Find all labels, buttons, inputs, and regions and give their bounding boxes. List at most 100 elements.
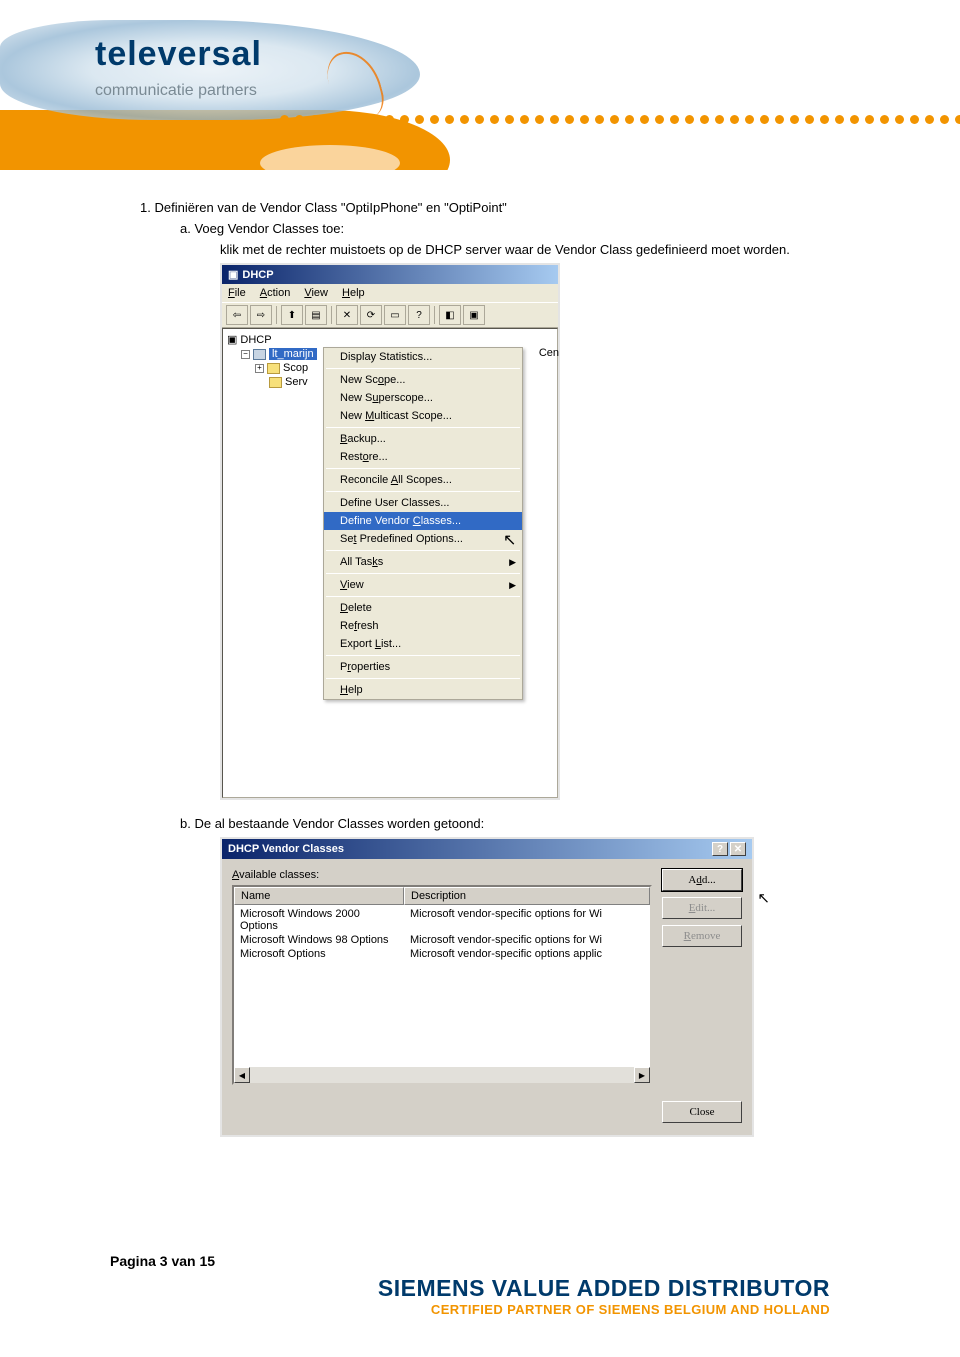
ctx-all-tasks[interactable]: All Tasks▶ [324, 553, 522, 571]
extra2-toolbar-button[interactable]: ▣ [463, 305, 485, 325]
ctx-restore[interactable]: Restore... [324, 448, 522, 466]
ctx-sep [326, 573, 520, 574]
cell-name: Microsoft Windows 98 Options [234, 933, 404, 947]
menu-bar: File Action View Help [222, 284, 558, 302]
up-button[interactable]: ⬆ [281, 305, 303, 325]
ctx-properties[interactable]: Properties [324, 658, 522, 676]
list-item[interactable]: Microsoft Windows 98 Options Microsoft v… [234, 933, 650, 947]
section-heading: 1. Definiëren van de Vendor Class "OptiI… [140, 200, 860, 215]
list-rows: Microsoft Windows 2000 Options Microsoft… [234, 905, 650, 963]
dhcp-console-screenshot: ▣ DHCP File Action View Help ⇦ ⇨ ⬆ ▤ ✕ ⟳… [220, 263, 560, 800]
siemens-line2: CERTIFIED PARTNER OF SIEMENS BELGIUM AND… [110, 1302, 830, 1317]
toolbar-sep [434, 306, 435, 324]
ctx-export-list[interactable]: Export List... [324, 635, 522, 653]
horizontal-scrollbar[interactable]: ◀ ▶ [234, 1067, 650, 1083]
subitem-a-text: klik met de rechter muistoets op de DHCP… [220, 242, 860, 257]
remove-button[interactable]: Remove [662, 925, 742, 947]
toolbar: ⇦ ⇨ ⬆ ▤ ✕ ⟳ ▭ ? ◧ ▣ [222, 302, 558, 328]
ctx-help[interactable]: Help [324, 681, 522, 699]
ctx-sep [326, 491, 520, 492]
tree-serveroptions-label: Serv [285, 376, 308, 388]
ctx-new-scope[interactable]: New Scope... [324, 371, 522, 389]
scroll-right-button[interactable]: ▶ [634, 1067, 650, 1083]
logo-subtitle: communicatie partners [95, 82, 262, 100]
page-number: Pagina 3 van 15 [110, 1253, 860, 1269]
tree-root[interactable]: ▣ DHCP [227, 332, 553, 347]
list-item[interactable]: Microsoft Windows 2000 Options Microsoft… [234, 907, 650, 933]
subitem-b-letter: b. [180, 816, 191, 831]
ctx-reconcile[interactable]: Reconcile All Scopes... [324, 471, 522, 489]
cell-name: Microsoft Windows 2000 Options [234, 907, 404, 933]
header-dot-row [280, 115, 960, 125]
add-button[interactable]: Add... [662, 869, 742, 891]
scroll-left-button[interactable]: ◀ [234, 1067, 250, 1083]
ctx-display-statistics[interactable]: Display Statistics... [324, 348, 522, 366]
footer-branding: SIEMENS VALUE ADDED DISTRIBUTOR CERTIFIE… [110, 1275, 860, 1317]
section-number: 1. [140, 200, 151, 215]
ctx-set-predefined-options[interactable]: Set Predefined Options... [324, 530, 522, 548]
ctx-define-vendor-classes[interactable]: Define Vendor Classes... [324, 512, 522, 530]
cursor-icon: ↖ [757, 889, 770, 907]
submenu-arrow-icon: ▶ [509, 580, 516, 591]
help-toolbar-button[interactable]: ? [408, 305, 430, 325]
server-icon [253, 349, 266, 360]
ctx-new-superscope[interactable]: New Superscope... [324, 389, 522, 407]
ctx-define-user-classes[interactable]: Define User Classes... [324, 494, 522, 512]
menu-file[interactable]: File [228, 287, 246, 299]
forward-button[interactable]: ⇨ [250, 305, 272, 325]
tree-pane: ▣ DHCP − lt_marijn + Scop Serv Cen Displ… [222, 328, 558, 798]
ctx-sep [326, 655, 520, 656]
back-button[interactable]: ⇦ [226, 305, 248, 325]
ctx-backup[interactable]: Backup... [324, 430, 522, 448]
ctx-view[interactable]: View▶ [324, 576, 522, 594]
expand-icon[interactable]: + [255, 364, 264, 373]
menu-action[interactable]: Action [260, 287, 291, 299]
subitem-a: a. Voeg Vendor Classes toe: [180, 221, 860, 236]
section-title: Definiëren van de Vendor Class "OptiIpPh… [154, 200, 506, 215]
delete-toolbar-button[interactable]: ✕ [336, 305, 358, 325]
edit-button[interactable]: Edit... [662, 897, 742, 919]
dhcp-icon: ▣ [228, 268, 238, 281]
collapse-icon[interactable]: − [241, 350, 250, 359]
window-title: DHCP [242, 269, 273, 281]
toolbar-sep [276, 306, 277, 324]
menu-help[interactable]: Help [342, 287, 365, 299]
list-item[interactable]: Microsoft Options Microsoft vendor-speci… [234, 947, 650, 961]
dialog-body: Available classes: Name Description Micr… [222, 859, 752, 1095]
close-button[interactable]: ✕ [730, 842, 746, 856]
ctx-refresh[interactable]: Refresh [324, 617, 522, 635]
ctx-sep [326, 427, 520, 428]
tree-root-label: DHCP [240, 334, 271, 346]
options-toolbar-button[interactable]: ▭ [384, 305, 406, 325]
folder-icon [267, 363, 280, 374]
subitem-a-title: Voeg Vendor Classes toe: [194, 221, 344, 236]
col-description[interactable]: Description [404, 887, 650, 905]
cell-desc: Microsoft vendor-specific options for Wi [404, 907, 650, 933]
cursor-icon: ↖ [503, 530, 516, 550]
window-titlebar: ▣ DHCP [222, 265, 558, 284]
close-dialog-button[interactable]: Close [662, 1101, 742, 1123]
dialog-footer: Close [222, 1095, 752, 1135]
ctx-sep [326, 550, 520, 551]
page-footer: Pagina 3 van 15 SIEMENS VALUE ADDED DIST… [0, 1173, 960, 1327]
logo-text: televersal [95, 35, 262, 74]
dhcp-root-icon: ▣ [227, 333, 237, 346]
window-buttons: ? ✕ [712, 842, 746, 856]
extra1-toolbar-button[interactable]: ◧ [439, 305, 461, 325]
refresh-toolbar-button[interactable]: ⟳ [360, 305, 382, 325]
classes-listbox[interactable]: Name Description Microsoft Windows 2000 … [232, 885, 652, 1085]
properties-toolbar-button[interactable]: ▤ [305, 305, 327, 325]
ctx-sep [326, 678, 520, 679]
ctx-delete[interactable]: Delete [324, 599, 522, 617]
ctx-sep [326, 468, 520, 469]
siemens-line1: SIEMENS VALUE ADDED DISTRIBUTOR [110, 1275, 830, 1302]
menu-view[interactable]: View [304, 287, 328, 299]
help-button[interactable]: ? [712, 842, 728, 856]
ctx-new-multicast[interactable]: New Multicast Scope... [324, 407, 522, 425]
ctx-sep [326, 368, 520, 369]
col-name[interactable]: Name [234, 887, 404, 905]
subitem-b-text: De al bestaande Vendor Classes worden ge… [194, 816, 484, 831]
cell-desc: Microsoft vendor-specific options for Wi [404, 933, 650, 947]
header-orange-highlight [260, 145, 400, 170]
logo: televersal communicatie partners [95, 35, 262, 100]
